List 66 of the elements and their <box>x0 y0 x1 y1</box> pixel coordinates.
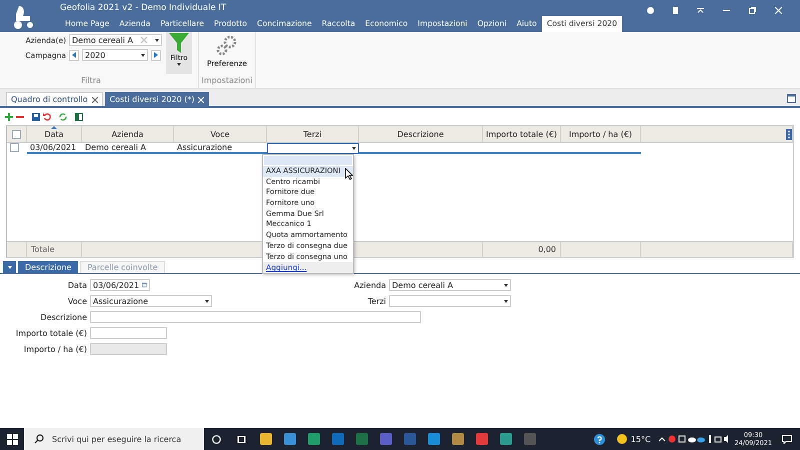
column-header[interactable]: Voce <box>174 126 267 142</box>
terzi-dropdown-field[interactable] <box>267 143 359 154</box>
input-field[interactable] <box>90 311 421 323</box>
tray-icons-drawing[interactable] <box>658 435 729 443</box>
caret-icon <box>155 38 159 42</box>
caret-icon <box>205 300 209 302</box>
azienda-combo[interactable]: Demo cereali A <box>69 34 162 46</box>
restore-icon[interactable] <box>749 6 756 14</box>
sun-icon <box>616 434 627 444</box>
notifications-icon[interactable] <box>782 434 792 444</box>
caret-icon <box>504 300 508 302</box>
table-cell: 03/06/2021 <box>27 143 82 154</box>
column-header[interactable]: Data <box>27 126 82 142</box>
temperature-text: 15°C <box>630 434 651 444</box>
total-value: 0,00 <box>483 242 561 257</box>
column-header[interactable]: Azienda <box>82 126 174 142</box>
circle-icon[interactable] <box>212 434 221 444</box>
input-field[interactable] <box>90 327 167 339</box>
caret-icon <box>504 284 508 286</box>
field-label: Importo / ha (€) <box>22 344 87 354</box>
select-all-checkbox[interactable] <box>12 130 21 138</box>
campagna-combo[interactable]: 2020 <box>82 49 148 61</box>
document-tab[interactable]: Quadro di controllo <box>6 92 103 106</box>
collapse-button[interactable] <box>3 261 16 273</box>
caret-icon <box>141 54 145 56</box>
table-cell: Demo cereali A <box>82 143 174 154</box>
spreadsheet-icon[interactable] <box>75 112 83 120</box>
input-field[interactable] <box>389 295 511 307</box>
refresh-icon[interactable] <box>59 112 67 120</box>
window-title: Geofolia 2021 v2 - Demo Individuale IT <box>60 2 228 13</box>
field-label: Importo totale (€) <box>14 328 87 338</box>
detail-tab[interactable]: Descrizione <box>18 261 78 273</box>
input-field[interactable]: 03/06/2021 <box>90 279 150 291</box>
task-view-icon[interactable] <box>237 434 246 444</box>
field-label: Descrizione <box>40 312 87 322</box>
column-header[interactable]: Terzi <box>267 126 359 142</box>
total-label: Totale <box>27 242 82 257</box>
caret-icon <box>352 147 356 150</box>
close-icon[interactable] <box>92 96 98 102</box>
column-header[interactable]: Importo totale (€) <box>483 126 561 142</box>
column-header[interactable]: Importo / ha (€) <box>561 126 641 142</box>
search-icon <box>34 434 44 444</box>
row-checkbox[interactable] <box>10 143 19 152</box>
previous-button[interactable] <box>69 50 79 60</box>
calendar-icon[interactable] <box>142 281 147 289</box>
group-label: Filtra <box>80 76 102 87</box>
collapse-icon[interactable] <box>697 8 704 12</box>
field-label: Voce <box>66 296 87 306</box>
taskbar-search-field[interactable]: Scrivi qui per eseguire la ricerca <box>24 428 204 450</box>
group-label: Impostazioni <box>201 76 254 87</box>
sort-arrow-icon <box>51 126 57 129</box>
undo-icon[interactable] <box>43 112 51 120</box>
field-label: Data <box>66 280 87 290</box>
field-label: Azienda <box>353 280 386 290</box>
input-field[interactable]: Demo cereali A <box>389 279 511 291</box>
document-icon[interactable] <box>673 6 678 14</box>
field-label: Terzi <box>366 296 386 306</box>
save-icon[interactable] <box>32 112 40 120</box>
column-menu-icon[interactable] <box>786 128 792 140</box>
input-field[interactable]: Assicurazione <box>90 295 212 307</box>
app-icon[interactable] <box>260 433 272 445</box>
column-header[interactable]: Descrizione <box>359 126 483 142</box>
add-icon[interactable] <box>5 112 13 120</box>
document-tab[interactable]: Costi diversi 2020 (*) <box>104 92 210 106</box>
next-button[interactable] <box>151 50 161 60</box>
help-icon[interactable] <box>594 434 605 444</box>
